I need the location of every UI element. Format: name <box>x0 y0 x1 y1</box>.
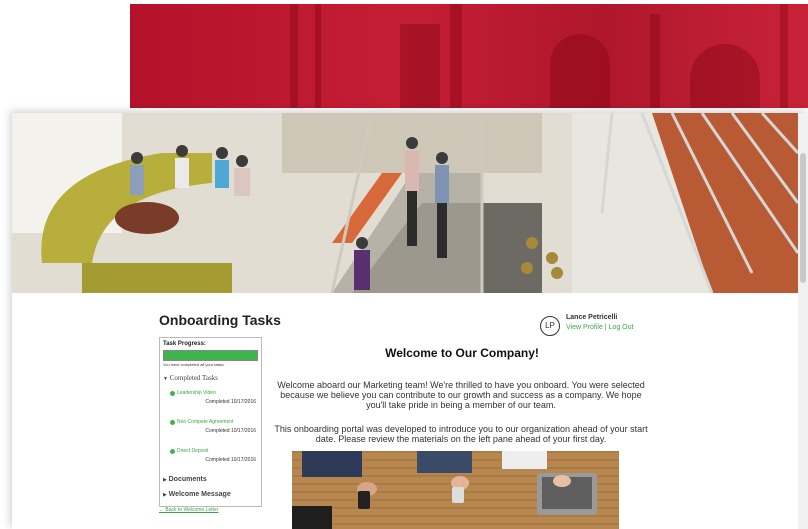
task-panel: Task Progress: You have completed all yo… <box>159 337 262 507</box>
section-completed-tasks[interactable]: ▼ Completed Tasks <box>163 374 218 382</box>
user-links: View Profile | Log Out <box>566 324 633 331</box>
task-name[interactable]: Direct Deposit <box>177 448 208 454</box>
task-progress-fill <box>164 351 257 360</box>
header-banner-image <box>130 4 808 108</box>
section-documents[interactable]: ▶ Documents <box>163 475 207 483</box>
task-item-direct-deposit[interactable]: Direct Deposit Completed 10/17/2016 <box>170 448 258 470</box>
scrollbar-thumb[interactable] <box>800 153 806 283</box>
green-dot-icon <box>170 449 175 454</box>
welcome-paragraph: Welcome aboard our Marketing team! We're… <box>277 380 645 410</box>
portal-window: Onboarding Tasks LP Lance Petricelli Vie… <box>12 113 808 529</box>
task-progress-note: You have completed all your tasks. <box>163 362 225 367</box>
collapsed-arrow-icon: ▶ <box>163 478 167 483</box>
task-item-non-compete[interactable]: Non Compete Agreement Completed 10/17/20… <box>170 419 258 441</box>
section-welcome-label: Welcome Message <box>168 491 231 498</box>
team-desk-image <box>292 451 619 529</box>
back-to-welcome-link[interactable]: ← Back to Welcome Letter <box>159 507 218 513</box>
section-welcome-message[interactable]: ▶ Welcome Message <box>163 490 231 498</box>
page-scrollbar[interactable] <box>798 113 808 529</box>
lp-monogram-icon: LP <box>540 316 560 336</box>
section-completed-label: Completed Tasks <box>169 374 218 382</box>
hero-office-image <box>12 113 798 293</box>
intro-paragraph: This onboarding portal was developed to … <box>274 424 648 444</box>
task-progress-label: Task Progress: <box>163 341 206 347</box>
log-out-link[interactable]: Log Out <box>609 324 634 331</box>
collapsed-arrow-icon: ▶ <box>163 493 167 498</box>
task-item-leadership-video[interactable]: Leadership Video Completed 10/17/2016 <box>170 390 258 412</box>
task-name[interactable]: Leadership Video <box>177 390 216 396</box>
section-documents-label: Documents <box>168 476 207 483</box>
view-profile-link[interactable]: View Profile <box>566 324 603 331</box>
expanded-arrow-icon: ▼ <box>163 377 168 382</box>
task-name[interactable]: Non Compete Agreement <box>177 419 233 425</box>
user-name: Lance Petricelli <box>566 314 618 321</box>
user-info: LP Lance Petricelli View Profile | Log O… <box>540 314 650 338</box>
green-dot-icon <box>170 420 175 425</box>
green-dot-icon <box>170 391 175 396</box>
task-completed-date: Completed 10/17/2016 <box>205 428 256 434</box>
welcome-heading: Welcome to Our Company! <box>385 346 539 360</box>
task-completed-date: Completed 10/17/2016 <box>205 399 256 405</box>
task-progress-bar <box>163 350 258 361</box>
task-completed-date: Completed 10/17/2016 <box>205 457 256 463</box>
page-title: Onboarding Tasks <box>159 312 281 328</box>
